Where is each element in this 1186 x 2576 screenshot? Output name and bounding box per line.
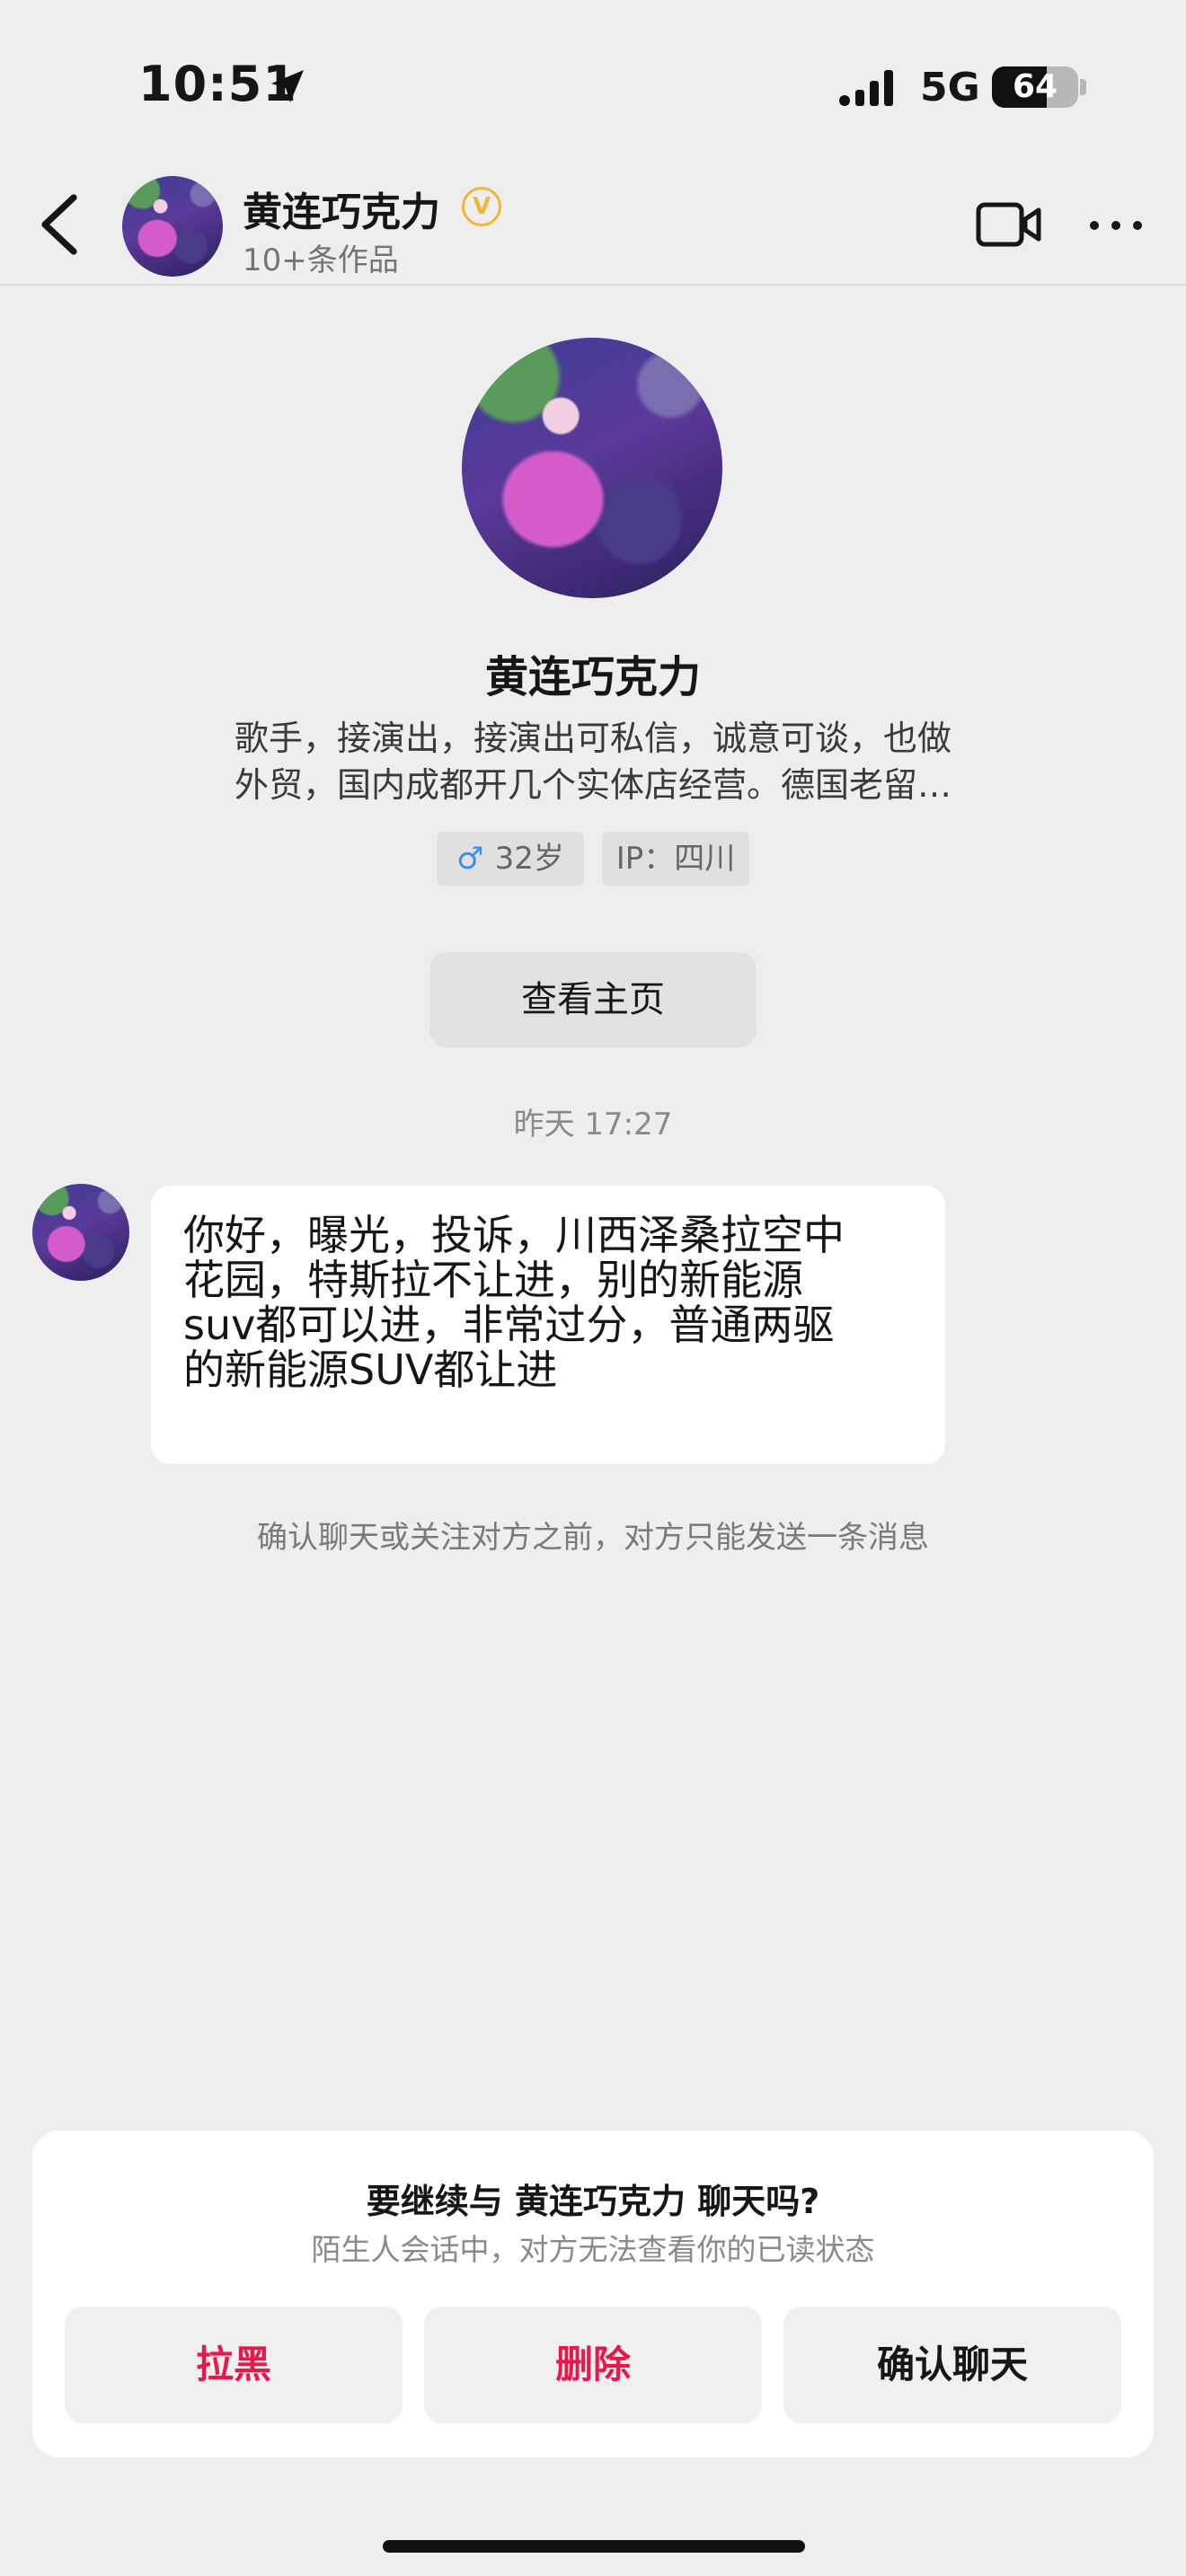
header-works-count: 10+条作品: [243, 243, 399, 278]
bio-line: 歌手，接演出，接演出可私信，诚意可谈，也做: [234, 719, 951, 758]
profile-name: 黄连巧克力: [484, 652, 701, 702]
age-text: 32岁: [494, 841, 564, 877]
message-line: 的新能源SUV都让进: [183, 1345, 558, 1394]
header-contact-name[interactable]: 黄连巧克力: [243, 180, 440, 237]
message-timestamp: 昨天 17:27: [513, 1107, 673, 1142]
block-button[interactable]: 拉黑: [65, 2307, 403, 2423]
message-line: 你好，曝光，投诉，川西泽桑拉空中: [183, 1211, 845, 1259]
location-arrow-icon: [271, 70, 304, 102]
video-call-icon[interactable]: [976, 199, 1042, 250]
bio-line: 外贸，国内成都开几个实体店经营。德国老留…: [234, 765, 951, 805]
battery-icon: 64: [992, 66, 1078, 108]
confirm-chat-button[interactable]: 确认聊天: [783, 2307, 1121, 2423]
more-icon[interactable]: [1087, 212, 1145, 239]
age-tag: ♂ 32岁: [437, 832, 584, 886]
sheet-title: 要继续与 黄连巧克力 聊天吗?: [366, 2182, 820, 2221]
signal-strength-icon: [839, 70, 893, 106]
male-icon: ♂: [456, 841, 484, 877]
sender-avatar[interactable]: [32, 1184, 129, 1281]
view-homepage-button[interactable]: 查看主页: [429, 952, 757, 1047]
battery-cap: [1080, 79, 1086, 95]
stranger-message-notice: 确认聊天或关注对方之前，对方只能发送一条消息: [257, 1520, 929, 1556]
battery-percent: 64: [1012, 68, 1058, 105]
message-line: suv都可以进，非常过分，普通两驱: [183, 1301, 835, 1349]
verified-icon: V: [462, 187, 501, 226]
delete-button[interactable]: 删除: [424, 2307, 762, 2423]
profile-avatar[interactable]: [462, 338, 722, 598]
back-chevron-icon[interactable]: [34, 192, 84, 257]
ip-location-tag: IP：四川: [602, 832, 749, 886]
home-indicator[interactable]: [383, 2540, 805, 2553]
header-divider: [0, 284, 1186, 286]
profile-bio: 歌手，接演出，接演出可私信，诚意可谈，也做 外贸，国内成都开几个实体店经营。德国…: [194, 715, 992, 808]
header-avatar[interactable]: [122, 176, 223, 277]
network-type: 5G: [920, 65, 980, 110]
sheet-subtitle: 陌生人会话中，对方无法查看你的已读状态: [311, 2232, 875, 2267]
message-line: 花园，特斯拉不让进，别的新能源: [183, 1256, 803, 1304]
message-bubble[interactable]: 你好，曝光，投诉，川西泽桑拉空中 花园，特斯拉不让进，别的新能源 suv都可以进…: [151, 1186, 945, 1464]
